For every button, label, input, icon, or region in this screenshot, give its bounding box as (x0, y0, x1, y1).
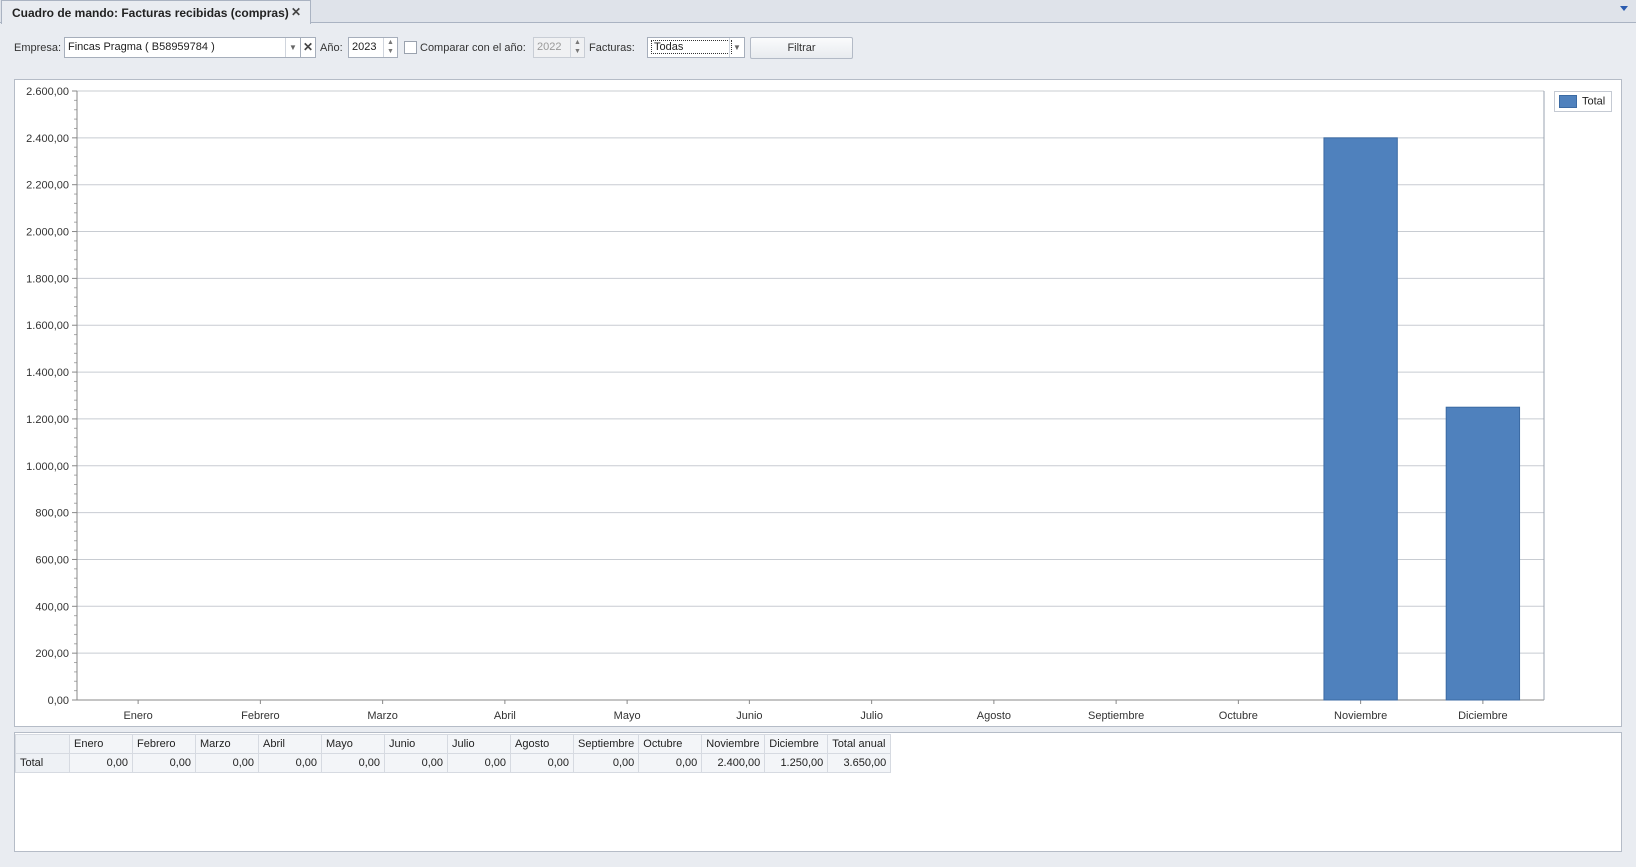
x-tick-label: Julio (860, 710, 883, 722)
tab-title: Cuadro de mando: Facturas recibidas (com… (12, 6, 289, 20)
table-cell: 0,00 (384, 753, 448, 773)
compare-checkbox[interactable] (404, 41, 417, 54)
column-header[interactable]: Octubre (638, 734, 703, 754)
tab-menu-chevron-icon[interactable] (1620, 6, 1628, 11)
x-tick-label: Marzo (367, 710, 398, 722)
table-cell: 0,00 (258, 753, 322, 773)
table-cell: 0,00 (195, 753, 259, 773)
ano-label: Año: (320, 42, 343, 54)
chevron-down-icon[interactable]: ▼ (729, 38, 744, 57)
tab-bar: Cuadro de mando: Facturas recibidas (com… (0, 0, 1636, 24)
compare-year-value: 2022 (537, 41, 562, 53)
column-header[interactable]: Julio (447, 734, 511, 754)
compare-label: Comparar con el año: (420, 42, 526, 54)
table-cell: 2.400,00 (701, 753, 766, 773)
x-tick-label: Enero (123, 710, 152, 722)
y-tick-label: 2.200,00 (26, 180, 69, 192)
clear-empresa-button[interactable]: ✕ (300, 37, 316, 58)
bar-noviembre (1323, 137, 1398, 701)
y-tick-label: 1.600,00 (26, 320, 69, 332)
bar-chart: 0,00 200,00 400,00 600,00 800,00 1.000,00 1.20… (26, 86, 1545, 722)
column-header[interactable]: Enero (69, 734, 133, 754)
y-tick-label: 0,00 (48, 695, 69, 707)
y-tick-label: 400,00 (35, 601, 69, 613)
table-row: Total 0,00 0,00 0,00 0,00 0,00 0,00 0,00 0,00 0,0… (15, 753, 892, 773)
spin-arrows-icon[interactable]: ▲ ▼ (383, 38, 397, 57)
y-tick-label: 1.400,00 (26, 367, 69, 379)
chart-legend: Total (1554, 91, 1612, 112)
table-cell: 3.650,00 (827, 753, 892, 773)
table-cell: 0,00 (510, 753, 574, 773)
tab-dashboard[interactable]: Cuadro de mando: Facturas recibidas (com… (1, 0, 311, 24)
chevron-down-icon[interactable]: ▼ (285, 38, 300, 57)
column-header[interactable]: Diciembre (764, 734, 829, 754)
facturas-select[interactable]: Todas ▼ (647, 37, 745, 58)
corner-cell (15, 734, 70, 754)
y-tick-label: 1.200,00 (26, 414, 69, 426)
ano-value: 2023 (352, 41, 377, 53)
column-header[interactable]: Abril (258, 734, 322, 754)
empresa-label: Empresa: (14, 42, 62, 54)
empresa-value: Fincas Pragma ( B58959784 ) (68, 41, 215, 53)
y-tick-label: 1.000,00 (26, 461, 69, 473)
spin-arrows-icon: ▲ ▼ (570, 38, 584, 57)
close-tab-icon[interactable]: ✕ (291, 5, 301, 19)
y-tick-label: 200,00 (35, 648, 69, 660)
column-header[interactable]: Mayo (321, 734, 385, 754)
x-tick-label: Abril (494, 710, 516, 722)
y-tick-label: 2.400,00 (26, 133, 69, 145)
table-cell: 0,00 (447, 753, 511, 773)
column-header[interactable]: Noviembre (701, 734, 766, 754)
data-table-panel: Enero Febrero Marzo Abril Mayo Junio Julio Agos… (14, 732, 1622, 852)
chart-panel: 0,00 200,00 400,00 600,00 800,00 1.000,00 1.20… (14, 79, 1622, 727)
column-header[interactable]: Junio (384, 734, 448, 754)
table-cell: 0,00 (572, 753, 640, 773)
ano-spinner[interactable]: 2023 ▲ ▼ (348, 37, 398, 58)
facturas-label: Facturas: (589, 42, 635, 54)
column-header[interactable]: Septiembre (572, 734, 640, 754)
table-cell: 0,00 (321, 753, 385, 773)
x-tick-label: Septiembre (1088, 710, 1144, 722)
legend-label: Total (1582, 95, 1606, 108)
compare-year-spinner: 2022 ▲ ▼ (533, 37, 585, 58)
x-tick-label: Mayo (614, 710, 641, 722)
clear-icon: ✕ (303, 40, 314, 54)
x-tick-label: Octubre (1219, 710, 1258, 722)
y-tick-label: 800,00 (35, 508, 69, 520)
y-tick-label: 600,00 (35, 554, 69, 566)
table-cell: 1.250,00 (764, 753, 829, 773)
x-tick-label: Noviembre (1334, 710, 1387, 722)
facturas-value: Todas (651, 40, 733, 54)
y-tick-label: 2.600,00 (26, 86, 69, 98)
column-header[interactable]: Agosto (510, 734, 574, 754)
y-tick-label: 2.000,00 (26, 227, 69, 239)
column-header[interactable]: Febrero (132, 734, 196, 754)
data-table: Enero Febrero Marzo Abril Mayo Junio Julio Agos… (15, 734, 892, 773)
table-cell: 0,00 (132, 753, 196, 773)
x-tick-label: Junio (736, 710, 762, 722)
table-cell: 0,00 (69, 753, 133, 773)
bar-diciembre (1445, 406, 1521, 701)
row-header: Total (15, 753, 70, 773)
filtrar-button[interactable]: Filtrar (750, 37, 853, 59)
x-tick-label: Diciembre (1458, 710, 1508, 722)
legend-swatch (1559, 95, 1577, 108)
empresa-combobox[interactable]: Fincas Pragma ( B58959784 ) ▼ (64, 37, 301, 58)
x-tick-label: Agosto (977, 710, 1011, 722)
table-cell: 0,00 (638, 753, 703, 773)
column-header[interactable]: Marzo (195, 734, 259, 754)
column-header[interactable]: Total anual (827, 734, 892, 754)
y-tick-label: 1.800,00 (26, 273, 69, 285)
x-tick-label: Febrero (241, 710, 280, 722)
